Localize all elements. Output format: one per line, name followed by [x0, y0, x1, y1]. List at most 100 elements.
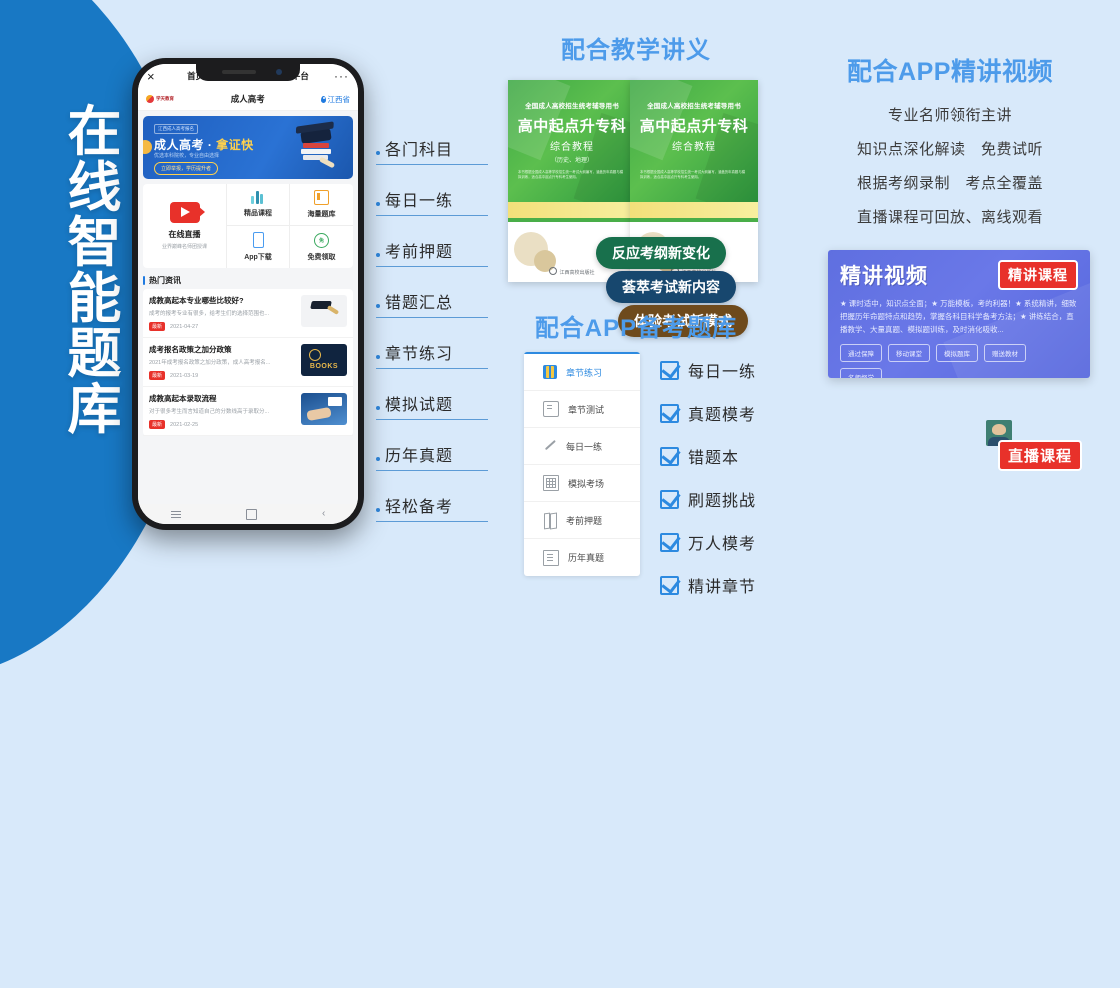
banner-subtitle: 优选本科院校，专业自由选择 — [154, 153, 220, 159]
news-thumbnail — [301, 393, 347, 425]
list-item[interactable]: 成教高起本录取流程 对于很多考生而言知道自己的分数线高于录取分... 最新 20… — [143, 387, 353, 436]
news-meta: 最新 2021-02-25 — [149, 420, 296, 429]
news-date: 2021-03-19 — [170, 372, 199, 379]
news-desc: 对于很多考生而言知道自己的分数线高于录取分... — [149, 409, 270, 415]
bullet-label: 章节练习 — [385, 346, 454, 363]
list-item: 错题本 — [660, 444, 756, 468]
news-title: 成考报名政策之加分政策 — [149, 345, 232, 354]
banner-cta-button[interactable]: 立即举报，学历提升者 — [154, 162, 219, 175]
home-icon[interactable] — [245, 508, 257, 520]
menu-item-chapter-test[interactable]: 章节测试 — [524, 391, 640, 428]
quick-action-question-bank[interactable]: 海量题库 — [290, 184, 353, 226]
menu-item-chapter-practice[interactable]: 章节练习 — [524, 354, 640, 391]
news-list: 成教高起本专业哪些比较好? 成考的报考专业有很多，给考生们的选择范围也... 最… — [143, 289, 353, 436]
status-badge: 最新 — [149, 322, 166, 331]
menu-item-label: 考前押题 — [566, 515, 603, 526]
quick-action-courses[interactable]: 精品课程 — [227, 184, 290, 226]
news-text: 成考报名政策之加分政策 2021年成考报名政策之加分政策，成人高考报名... 最… — [149, 344, 296, 380]
feature-pill-2: 荟萃考试新内容 — [606, 271, 736, 303]
app-content[interactable]: 江西成人高考报名 成人高考 · 拿证快 优选本科院校，专业自由选择 立即举报，学… — [138, 111, 358, 504]
bullet-dot-icon — [376, 508, 380, 512]
brand-logo[interactable]: 学天教育 — [146, 95, 174, 103]
menu-item-daily-practice[interactable]: 每日一练 — [524, 428, 640, 465]
feature-pill-1: 反应考纲新变化 — [596, 237, 726, 269]
news-text: 成教高起本录取流程 对于很多考生而言知道自己的分数线高于录取分... 最新 20… — [149, 393, 296, 429]
paper-icon — [543, 549, 559, 566]
live-entry-card[interactable]: 在线直播 业界巅峰名师团授课 — [143, 184, 227, 268]
list-item: 真题模考 — [660, 401, 756, 425]
checkmark-icon — [660, 532, 679, 552]
list-item: 万人模考 — [660, 530, 756, 554]
menu-item-label: 模拟考场 — [568, 478, 605, 489]
banner-book-2 — [301, 149, 331, 154]
checklist-label: 真题模考 — [688, 407, 757, 424]
list-item: 轻松备考 — [376, 493, 488, 522]
book-subtitle: 综合教程 — [550, 142, 594, 153]
logo-text: 学天教育 — [156, 95, 174, 101]
menu-item-predicted-questions[interactable]: 考前押题 — [524, 502, 640, 539]
live-entry-label: 在线直播 — [168, 230, 201, 239]
quick-action-app-download[interactable]: App下载 — [227, 226, 290, 268]
news-section-header: 热门资讯 — [143, 275, 353, 286]
menu-item-past-papers[interactable]: 历年真题 — [524, 539, 640, 576]
pencil-icon — [543, 439, 557, 453]
menu-item-label: 章节测试 — [568, 404, 605, 415]
bullet-label: 轻松备考 — [385, 499, 454, 516]
menu-icon[interactable] — [170, 510, 181, 518]
quick-action-label: 精品课程 — [244, 210, 272, 217]
live-badge: 直播课程 — [998, 440, 1083, 471]
book-series-label: 全国成人高校招生统考辅导用书 — [525, 103, 619, 110]
feature-bullet-list: 各门科目 每日一练 考前押题 错题汇总 章节练习 模拟试题 历年真题 轻松备考 — [376, 136, 488, 544]
list-item[interactable]: 成考报名政策之加分政策 2021年成考报名政策之加分政策，成人高考报名... 最… — [143, 338, 353, 387]
book-subtitle: 综合教程 — [672, 142, 716, 153]
book-title: 高中起点升专科 — [517, 118, 627, 135]
book-series-label: 全国成人高校招生统考辅导用书 — [647, 103, 741, 110]
promo-banner[interactable]: 江西成人高考报名 成人高考 · 拿证快 优选本科院校，专业自由选择 立即举报，学… — [143, 116, 353, 179]
speaker-grille — [222, 70, 256, 74]
more-icon[interactable]: ··· — [334, 70, 349, 82]
publisher-logo-icon — [549, 267, 558, 275]
list-item: 各门科目 — [376, 136, 488, 165]
section-title-question-bank: 配合APP备考题库 — [534, 315, 738, 342]
checklist-label: 刷题挑战 — [688, 493, 757, 510]
news-section-title: 热门资讯 — [149, 276, 181, 285]
region-selector[interactable]: 江西省 — [321, 94, 350, 105]
live-video-icon — [169, 202, 205, 223]
video-feature-lines: 专业名师领衔主讲 知识点深化解读 免费试听 根据考纲录制 考点全覆盖 直播课程可… — [800, 104, 1100, 240]
course-bars-icon — [251, 191, 265, 204]
textbook-group: 全国成人高校招生统考辅导用书 高中起点升专科 综合教程 （历史、地理） 本书根据… — [508, 80, 760, 337]
back-icon[interactable]: ‹ — [322, 509, 325, 519]
bullet-label: 模拟试题 — [385, 397, 454, 414]
news-thumbnail — [301, 344, 347, 376]
free-gift-icon: 免 — [314, 232, 329, 248]
bullet-dot-icon — [376, 151, 380, 155]
quick-action-label: App下载 — [244, 254, 272, 261]
list-item: 精讲章节 — [660, 573, 756, 597]
news-meta: 最新 2021-03-19 — [149, 371, 296, 380]
checklist-label: 错题本 — [688, 450, 740, 467]
news-title: 成教高起本专业哪些比较好? — [149, 296, 244, 305]
status-badge: 最新 — [149, 371, 166, 380]
bullet-label: 每日一练 — [385, 193, 454, 210]
app-menu-card: 章节练习 章节测试 每日一练 模拟考场 考前押题 历年真题 — [524, 352, 640, 576]
bullet-label: 各门科目 — [385, 142, 454, 159]
banner-tag: 江西成人高考报名 — [154, 124, 198, 134]
phone-screen: × 首页-学习网站江西在线学习平台 ··· 学天教育 成人高考 江西省 — [138, 64, 358, 524]
video-feature-line: 知识点深化解读 免费试听 — [856, 141, 1043, 158]
checklist-label: 精讲章节 — [688, 579, 757, 596]
location-pin-icon — [321, 95, 327, 103]
news-meta: 最新 2021-04-27 — [149, 322, 296, 331]
list-item: 模拟试题 — [376, 391, 488, 420]
grid-icon — [543, 475, 559, 491]
quick-action-free-gift[interactable]: 免 免费领取 — [290, 226, 353, 268]
book-blurb: 本书根据全国成人高等学校招生统一考试大纲编写，涵盖历年真题与模拟训练，适合高中起… — [518, 170, 624, 180]
quick-action-label: 免费领取 — [307, 253, 336, 261]
video-course-card[interactable]: 精讲视频 精讲课程 ★ 课时适中，知识点全面；★ 万能模板，考的利器！★ 系统精… — [828, 250, 1090, 378]
menu-item-label: 历年真题 — [568, 553, 605, 563]
list-item[interactable]: 成教高起本专业哪些比较好? 成考的报考专业有很多，给考生们的选择范围也... 最… — [143, 289, 353, 338]
bullet-dot-icon — [376, 406, 380, 410]
menu-item-label: 章节练习 — [566, 367, 603, 378]
menu-item-mock-exam[interactable]: 模拟考场 — [524, 465, 640, 502]
checkmark-icon — [660, 489, 679, 509]
section-title-textbooks: 配合教学讲义 — [561, 37, 711, 64]
